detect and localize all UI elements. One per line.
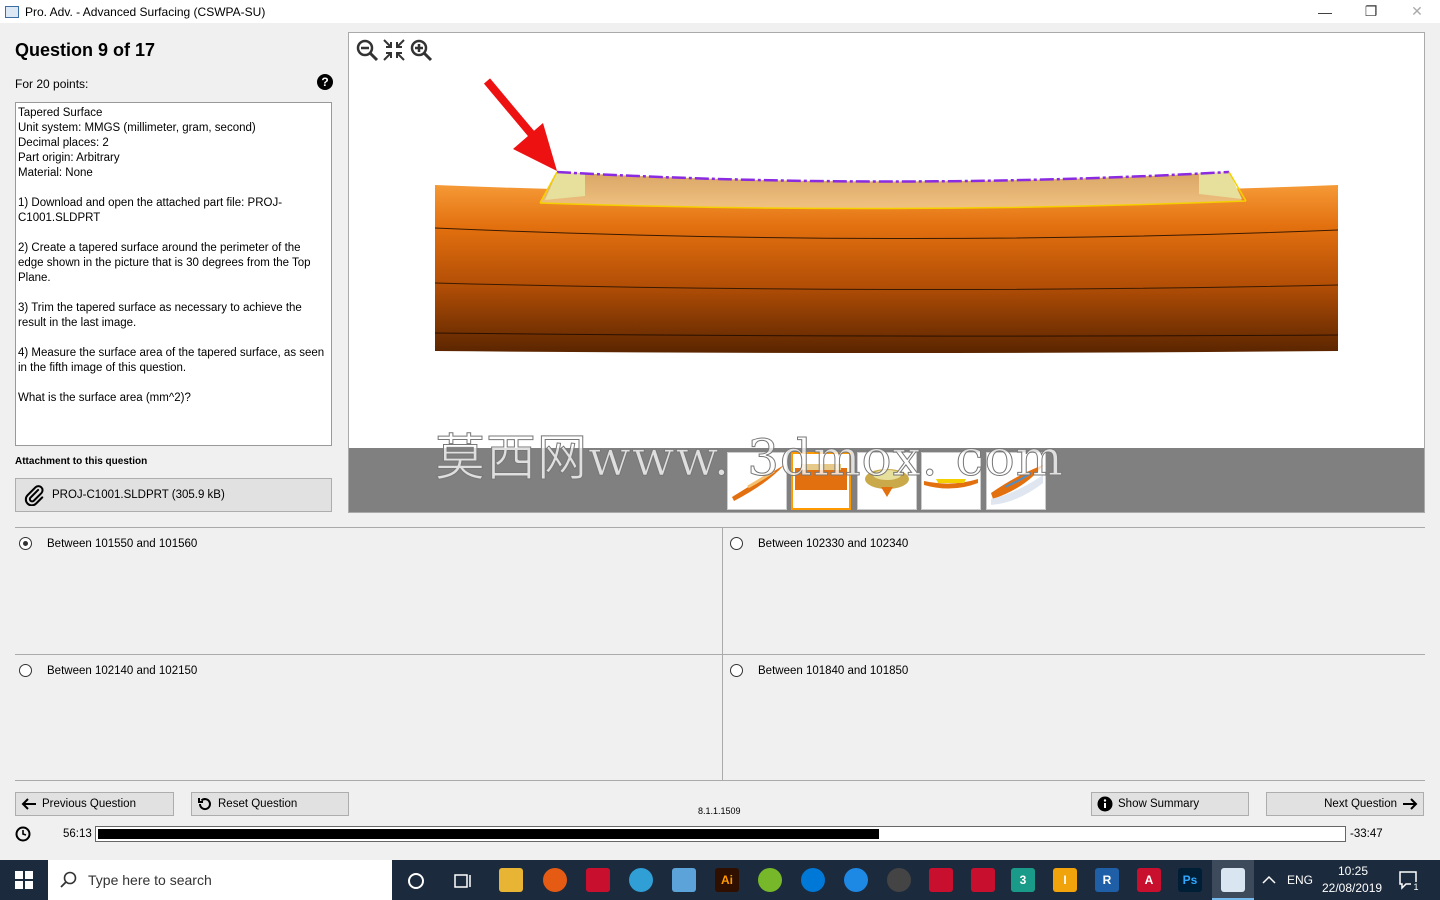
zoom-toolbar — [355, 38, 433, 62]
app-icon-blue[interactable] — [672, 868, 696, 892]
clock-icon — [15, 826, 31, 842]
start-button[interactable] — [0, 860, 48, 900]
thumbnail-5[interactable] — [986, 452, 1046, 510]
inventor-icon[interactable]: I — [1053, 868, 1077, 892]
thumbnail-3[interactable] — [857, 452, 917, 510]
elapsed-time: 56:13 — [63, 828, 92, 840]
cinema4d-icon[interactable] — [887, 868, 911, 892]
edge-icon[interactable] — [801, 868, 825, 892]
next-question-button[interactable]: Next Question — [1266, 792, 1424, 816]
app-icon — [5, 5, 19, 18]
3dsmax-icon[interactable]: 3 — [1011, 868, 1035, 892]
question-image — [434, 78, 1339, 353]
answer-options: Between 101550 and 101560 Between 102330… — [15, 527, 1425, 781]
autocad-icon[interactable]: A — [1137, 868, 1161, 892]
notification-count: 1 — [1411, 882, 1421, 892]
radio-button[interactable] — [730, 537, 743, 550]
attachment-label: Attachment to this question — [15, 456, 148, 467]
taskbar: Type here to search Ai 3 I R A Ps ENG 10… — [0, 860, 1440, 900]
reset-question-label: Reset Question — [218, 798, 298, 810]
fit-to-window-icon[interactable] — [382, 38, 406, 62]
clock-time[interactable]: 10:25 — [1338, 864, 1368, 878]
active-app-tile[interactable] — [1212, 860, 1254, 900]
thumbnail-4[interactable] — [921, 452, 981, 510]
answer-label: Between 101550 and 101560 — [47, 537, 198, 550]
title-bar: Pro. Adv. - Advanced Surfacing (CSWPA-SU… — [0, 0, 1440, 23]
windows-icon — [15, 871, 33, 889]
close-button[interactable]: ✕ — [1394, 0, 1440, 23]
answer-label: Between 102140 and 102150 — [47, 664, 198, 677]
search-placeholder: Type here to search — [88, 872, 212, 888]
app-icon-wave[interactable] — [844, 868, 868, 892]
attachment-button[interactable]: PROJ-C1001.SLDPRT (305.9 kB) — [15, 478, 332, 512]
answer-divider-horizontal — [15, 654, 1425, 655]
arrow-left-icon — [21, 798, 36, 810]
thumbnail-2[interactable] — [791, 452, 851, 510]
next-question-label: Next Question — [1324, 798, 1397, 810]
clock-date[interactable]: 22/08/2019 — [1322, 881, 1382, 895]
browser-icon[interactable] — [629, 868, 653, 892]
zoom-in-icon[interactable] — [409, 38, 433, 62]
sketchup-icon-2[interactable] — [929, 868, 953, 892]
search-icon — [60, 871, 77, 888]
thumbnail-1[interactable] — [727, 452, 787, 510]
window-controls: — ❐ ✕ — [1302, 0, 1440, 23]
question-heading: Question 9 of 17 — [15, 40, 156, 60]
question-text: Tapered Surface Unit system: MMGS (milli… — [15, 102, 332, 446]
answer-label: Between 101840 and 101850 — [758, 664, 909, 677]
revit-icon[interactable]: R — [1095, 868, 1119, 892]
sketchup-icon[interactable] — [586, 868, 610, 892]
answer-label: Between 102330 and 102340 — [758, 537, 909, 550]
previous-question-label: Previous Question — [42, 798, 136, 810]
points-label: For 20 points: — [15, 77, 89, 91]
paperclip-icon — [24, 485, 44, 506]
cortana-icon[interactable] — [405, 870, 427, 892]
exam-app-icon — [1221, 868, 1245, 892]
firefox-icon[interactable] — [543, 868, 567, 892]
version-label: 8.1.1.1509 — [698, 806, 741, 816]
radio-button[interactable] — [730, 664, 743, 677]
thumbnail-strip — [349, 448, 1424, 512]
time-progress-bar — [95, 826, 1346, 842]
show-summary-button[interactable]: Show Summary — [1091, 792, 1249, 816]
app-icon-red[interactable] — [971, 868, 995, 892]
remaining-time: -33:47 — [1350, 828, 1383, 840]
image-viewer[interactable] — [348, 32, 1425, 513]
answer-option-1[interactable]: Between 101550 and 101560 — [19, 537, 197, 550]
illustrator-icon[interactable]: Ai — [715, 868, 739, 892]
attachment-filename: PROJ-C1001.SLDPRT (305.9 kB) — [52, 489, 225, 501]
minimize-button[interactable]: — — [1302, 0, 1348, 23]
radio-button-selected[interactable] — [19, 537, 32, 550]
previous-question-button[interactable]: Previous Question — [15, 792, 174, 816]
photoshop-icon[interactable]: Ps — [1178, 868, 1202, 892]
answer-option-2[interactable]: Between 102330 and 102340 — [730, 537, 908, 550]
reset-question-button[interactable]: Reset Question — [191, 792, 349, 816]
radio-button[interactable] — [19, 664, 32, 677]
restore-button[interactable]: ❐ — [1348, 0, 1394, 23]
zoom-out-icon[interactable] — [355, 38, 379, 62]
window-title: Pro. Adv. - Advanced Surfacing (CSWPA-SU… — [25, 4, 266, 19]
utorrent-icon[interactable] — [758, 868, 782, 892]
answer-option-3[interactable]: Between 102140 and 102150 — [19, 664, 197, 677]
language-indicator[interactable]: ENG — [1287, 873, 1313, 887]
taskbar-search[interactable]: Type here to search — [48, 860, 392, 900]
arrow-right-icon — [1403, 798, 1418, 810]
help-icon[interactable]: ? — [317, 74, 333, 90]
file-explorer-icon[interactable] — [499, 868, 523, 892]
time-progress-fill — [98, 829, 879, 839]
answer-option-4[interactable]: Between 101840 and 101850 — [730, 664, 908, 677]
show-summary-label: Show Summary — [1118, 798, 1200, 810]
task-view-icon[interactable] — [452, 870, 474, 892]
chevron-up-icon[interactable] — [1262, 874, 1276, 886]
info-icon — [1097, 796, 1113, 812]
reset-icon — [198, 798, 211, 811]
